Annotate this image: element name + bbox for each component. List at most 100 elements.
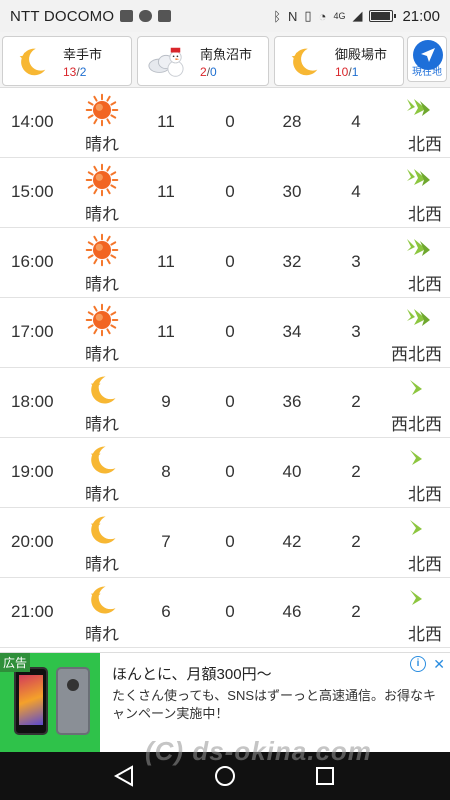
wind-speed-value: 2 [351, 532, 361, 551]
phone-back-image [56, 667, 90, 735]
humidity-value: 36 [282, 392, 302, 411]
table-row: 17:00 晴れ 11 0 34 3 西北西 [0, 298, 450, 368]
table-row: 15:00 晴れ 11 0 30 4 北西 [0, 158, 450, 228]
ad-close-icon[interactable]: ✕ [433, 656, 445, 673]
weather-label: 晴れ [85, 485, 119, 504]
weather-label: 晴れ [85, 135, 119, 154]
battery-icon [369, 10, 397, 22]
temperature-value: 11 [157, 182, 175, 201]
low-temp: 2 [79, 65, 87, 79]
wind-direction-label: 北西 [408, 135, 442, 154]
low-temp: 1 [351, 65, 359, 79]
ad-body[interactable]: たくさん使っても、SNSはずーっと高速通信。お得なキャンペーン実施中！ [112, 687, 447, 723]
weather-label: 晴れ [85, 345, 119, 364]
precipitation-value: 0 [225, 532, 235, 551]
vibrate-icon: ▯ [304, 8, 312, 23]
table-row: 18:00 晴れ 9 0 36 2 西北西 [0, 368, 450, 438]
recents-button[interactable] [311, 762, 339, 790]
precipitation-value: 0 [225, 462, 235, 481]
wind-speed-value: 2 [351, 392, 361, 411]
notification-icons [120, 10, 172, 22]
wind-arrow-icon [404, 95, 432, 119]
wind-direction-label: 西北西 [391, 345, 442, 364]
city-card-satte[interactable]: 幸手市 13/2 [2, 36, 132, 86]
ad-tag: 広告 [0, 653, 31, 672]
city-temps: 2/0 [200, 65, 217, 79]
hour-label: 21:00 [11, 602, 54, 621]
humidity-value: 34 [282, 322, 302, 341]
wind-speed-value: 3 [351, 322, 361, 341]
back-button[interactable] [110, 762, 138, 790]
weather-label: 晴れ [85, 275, 119, 294]
temperature-value: 8 [161, 462, 171, 481]
precipitation-value: 0 [225, 602, 235, 621]
city-card-minamiuonuma[interactable]: 南魚沼市 2/0 [137, 36, 269, 86]
high-temp: 2 [200, 65, 207, 79]
city-temps: 13/2 [63, 65, 86, 79]
moon-icon [84, 582, 120, 618]
humidity-value: 46 [282, 602, 302, 621]
wind-arrow-icon [404, 585, 432, 609]
city-temps: 10/1 [335, 65, 358, 79]
ad-headline[interactable]: ほんとに、月額300円〜 [112, 663, 272, 684]
moon-icon [84, 372, 120, 408]
activity-icon [120, 10, 134, 22]
low-temp: 0 [210, 65, 217, 79]
table-row: 14:00 晴れ 11 0 28 4 北西 [0, 88, 450, 158]
signal-icon: ◢ [352, 8, 363, 23]
wind-arrow-icon [404, 165, 432, 189]
temperature-value: 7 [161, 532, 171, 551]
system-nav-bar: (C) ds-okina.com [0, 736, 450, 800]
temperature-value: 11 [157, 322, 175, 341]
hourly-forecast-table[interactable]: 14:00 晴れ 11 0 28 4 北西 15:00 晴れ 11 0 30 4 北西 16:00 晴れ 11 0… [0, 88, 450, 650]
wifi-icon: ◔ [318, 8, 327, 24]
wind-speed-value: 4 [351, 112, 361, 131]
humidity-value: 42 [282, 532, 302, 551]
wind-direction-label: 北西 [408, 555, 442, 574]
hour-label: 18:00 [11, 392, 54, 411]
wind-direction-label: 北西 [408, 485, 442, 504]
bluetooth-icon: ᛒ [273, 8, 282, 24]
hour-label: 17:00 [11, 322, 54, 341]
precipitation-value: 0 [225, 252, 235, 271]
high-temp: 10 [335, 65, 349, 79]
hour-label: 14:00 [11, 112, 54, 131]
hour-label: 19:00 [11, 462, 54, 481]
precipitation-value: 0 [225, 392, 235, 411]
snowman-cloud-icon [148, 47, 184, 77]
youtube-icon [158, 10, 172, 22]
city-name: 南魚沼市 [200, 47, 253, 62]
precipitation-value: 0 [225, 112, 235, 131]
home-button[interactable] [211, 762, 239, 790]
ad-info-icon[interactable]: i [410, 656, 426, 672]
table-row-partial [0, 648, 450, 650]
humidity-value: 40 [282, 462, 302, 481]
night-moon-icon [291, 48, 318, 76]
nfc-icon: N [288, 8, 298, 24]
precipitation-value: 0 [225, 182, 235, 201]
wind-arrow-icon [404, 445, 432, 469]
wind-direction-label: 北西 [408, 625, 442, 644]
wind-direction-label: 北西 [408, 205, 442, 224]
sun-icon [84, 162, 120, 198]
temperature-value: 11 [157, 112, 175, 131]
city-card-gotemba[interactable]: 御殿場市 10/1 [274, 36, 404, 86]
sun-icon [84, 232, 120, 268]
wind-speed-value: 3 [351, 252, 361, 271]
hour-label: 20:00 [11, 532, 54, 551]
wind-direction-label: 北西 [408, 275, 442, 294]
weather-label: 晴れ [85, 625, 119, 644]
city-name: 御殿場市 [335, 47, 388, 62]
table-row: 20:00 晴れ 7 0 42 2 北西 [0, 508, 450, 578]
temperature-value: 11 [157, 252, 175, 271]
weather-label: 晴れ [85, 555, 119, 574]
moon-icon [84, 442, 120, 478]
app-root: NTT DOCOMO ᛒ N ▯ ◔ 4G ◢ 21:00 幸手市 13/2 南… [0, 0, 450, 800]
city-name: 幸手市 [63, 47, 103, 62]
moon-icon [84, 512, 120, 548]
status-icons: ᛒ N ▯ ◔ 4G ◢ 21:00 [273, 8, 440, 25]
current-location-button[interactable]: 現在地 [407, 36, 447, 82]
wind-speed-value: 2 [351, 462, 361, 481]
wind-arrow-icon [404, 305, 432, 329]
table-row: 21:00 晴れ 6 0 46 2 北西 [0, 578, 450, 648]
